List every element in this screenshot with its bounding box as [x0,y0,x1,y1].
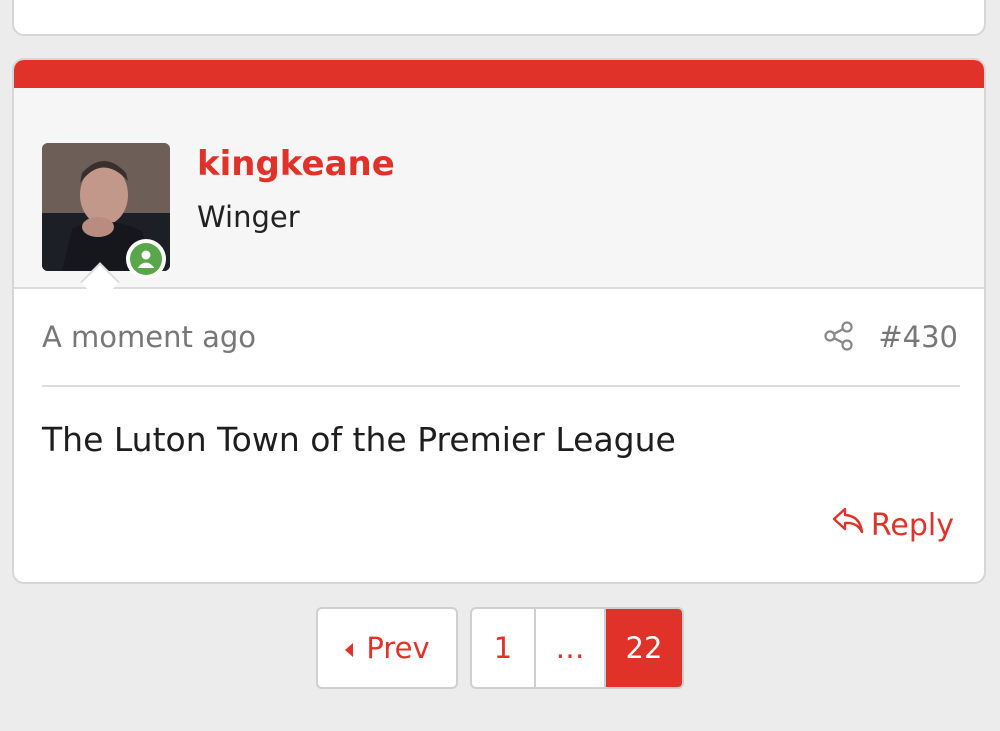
online-status-badge [126,239,166,279]
page-link-1[interactable]: 1 [472,609,536,687]
page-link-current[interactable]: 22 [606,609,682,687]
reply-label: Reply [870,507,954,543]
post-body: The Luton Town of the Premier League [42,420,676,459]
page-number-group: 1 … 22 [470,607,684,689]
reply-button[interactable]: Reply [831,506,954,544]
forum-post: kingkeane Winger A moment ago #430 The L… [12,58,986,584]
prev-page-button[interactable]: Prev [316,607,458,689]
user-title: Winger [197,200,300,234]
page-jump-ellipsis[interactable]: … [536,609,606,687]
caret-left-icon [344,631,354,665]
post-number[interactable]: #430 [878,320,958,354]
username[interactable]: kingkeane [197,144,395,184]
reply-arrow-icon [831,506,865,544]
user-online-icon [130,243,162,275]
post-timestamp[interactable]: A moment ago [42,320,256,354]
user-info-block: kingkeane Winger [14,88,984,289]
meta-divider [42,385,960,387]
post-accent-bar [14,60,984,88]
prev-label: Prev [366,631,430,665]
previous-post-card [12,0,986,36]
share-icon[interactable] [822,319,856,353]
